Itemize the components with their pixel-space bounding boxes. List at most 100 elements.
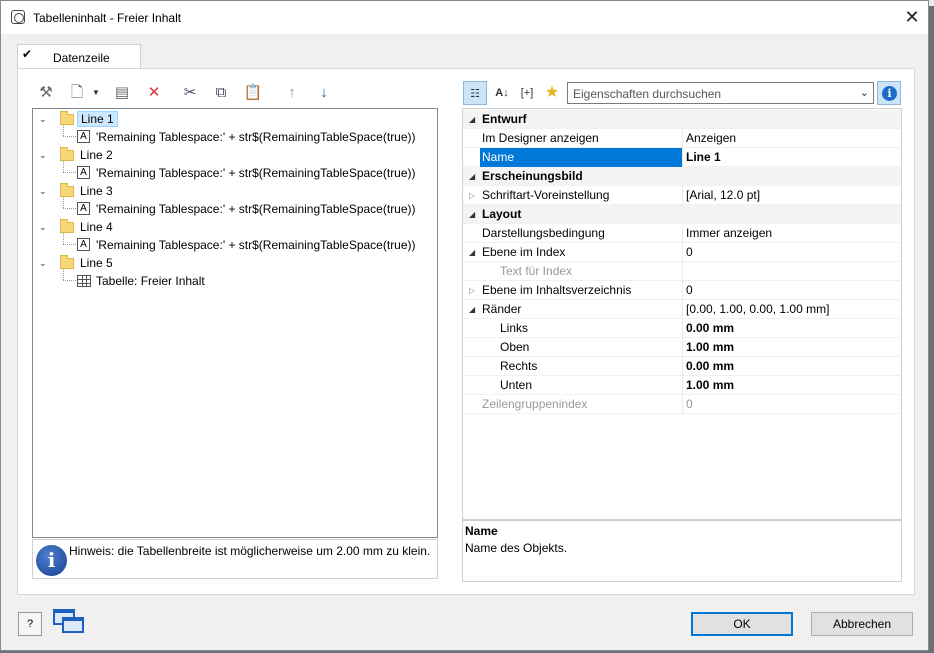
tab-label: Datenzeile: [53, 51, 110, 65]
move-up-icon[interactable]: ↑: [282, 83, 302, 103]
category-entwurf[interactable]: ◢ Entwurf: [463, 110, 901, 129]
chevron-down-icon[interactable]: ⌄: [860, 86, 869, 99]
prop-name: Rechts: [500, 359, 538, 373]
cancel-button[interactable]: Abbrechen: [811, 612, 913, 636]
categorized-view-icon[interactable]: ☷: [463, 81, 487, 105]
prop-oben[interactable]: Oben 1.00 mm: [463, 338, 901, 357]
collapse-icon[interactable]: ⌄: [39, 146, 49, 164]
prop-im-designer[interactable]: Im Designer anzeigen Anzeigen: [463, 129, 901, 148]
prop-name: Ränder: [482, 302, 522, 316]
tree-item-label: Line 4: [80, 220, 113, 234]
info-button[interactable]: i: [877, 81, 901, 105]
expand-triangle-icon[interactable]: ▷: [469, 186, 475, 205]
close-button[interactable]: ✕: [897, 3, 927, 31]
folder-icon: [60, 183, 74, 197]
category-layout[interactable]: ◢ Layout: [463, 205, 901, 224]
collapse-icon[interactable]: ⌄: [39, 182, 49, 200]
prop-value[interactable]: Immer anzeigen: [686, 224, 772, 243]
prop-name: Ebene im Inhaltsverzeichnis: [482, 283, 632, 297]
tree-item-label: Tabelle: Freier Inhalt: [96, 274, 205, 288]
prop-schriftart[interactable]: ▷ Schriftart-Voreinstellung [Arial, 12.0…: [463, 186, 901, 205]
new-item-icon[interactable]: 🗋: [67, 83, 87, 103]
tree-item-line1[interactable]: ⌄ Line 1: [38, 110, 438, 128]
prop-zeilengruppen[interactable]: Zeilengruppenindex 0: [463, 395, 901, 414]
prop-darstellung[interactable]: Darstellungsbedingung Immer anzeigen: [463, 224, 901, 243]
dialog-window: Tabelleninhalt - Freier Inhalt ✕ ✔ Daten…: [0, 0, 929, 651]
prop-ebene-ivz[interactable]: ▷ Ebene im Inhaltsverzeichnis 0: [463, 281, 901, 300]
tree-item-label: 'Remaining Tablespace:' + str$(Remaining…: [96, 238, 416, 252]
property-search-input[interactable]: Eigenschaften durchsuchen ⌄: [567, 82, 874, 104]
text-field-icon: A: [77, 130, 90, 143]
tree-item-line4-child[interactable]: A 'Remaining Tablespace:' + str$(Remaini…: [77, 236, 437, 254]
tree-item-label: Line 5: [80, 256, 113, 270]
paste-icon[interactable]: 📋: [243, 83, 263, 103]
prop-value[interactable]: 0.00 mm: [686, 357, 734, 376]
search-placeholder: Eigenschaften durchsuchen: [573, 87, 722, 101]
prop-value[interactable]: 1.00 mm: [686, 376, 734, 395]
collapse-triangle-icon[interactable]: ◢: [469, 300, 475, 319]
prop-value[interactable]: Line 1: [686, 148, 721, 167]
tree-item-line5-child[interactable]: Tabelle: Freier Inhalt: [77, 272, 437, 290]
prop-raender[interactable]: ◢ Ränder [0.00, 1.00, 0.00, 1.00 mm]: [463, 300, 901, 319]
tree-item-label: Line 3: [80, 184, 113, 198]
prop-value[interactable]: 0: [686, 243, 693, 262]
prop-value[interactable]: [0.00, 1.00, 0.00, 1.00 mm]: [686, 300, 829, 319]
tree-item-label: Line 1: [77, 111, 118, 127]
collapse-triangle-icon[interactable]: ◢: [469, 110, 475, 129]
prop-value[interactable]: 1.00 mm: [686, 338, 734, 357]
prop-value[interactable]: Anzeigen: [686, 129, 736, 148]
text-field-icon: A: [77, 238, 90, 251]
prop-name: Im Designer anzeigen: [482, 131, 599, 145]
tree-item-line3-child[interactable]: A 'Remaining Tablespace:' + str$(Remaini…: [77, 200, 437, 218]
window-layout-icon[interactable]: [53, 607, 87, 635]
prop-value[interactable]: 0.00 mm: [686, 319, 734, 338]
folder-icon: [60, 219, 74, 233]
collapse-triangle-icon[interactable]: ◢: [469, 167, 475, 186]
description-text: Name des Objekts.: [465, 541, 568, 555]
collapse-triangle-icon[interactable]: ◢: [469, 205, 475, 224]
category-erscheinungsbild[interactable]: ◢ Erscheinungsbild: [463, 167, 901, 186]
tree-item-line1-child[interactable]: A 'Remaining Tablespace:' + str$(Remaini…: [77, 128, 437, 146]
tree-item-line3[interactable]: ⌄ Line 3: [38, 182, 438, 200]
collapse-icon[interactable]: ⌄: [39, 254, 49, 272]
category-label: Entwurf: [482, 112, 527, 126]
move-down-icon[interactable]: ↓: [314, 83, 334, 103]
sort-alpha-icon[interactable]: A↓: [490, 81, 514, 105]
wand-icon[interactable]: ⚒: [36, 83, 56, 103]
prop-name-row[interactable]: Name Line 1: [463, 148, 901, 167]
prop-value[interactable]: 0: [686, 281, 693, 300]
tree-item-line4[interactable]: ⌄ Line 4: [38, 218, 438, 236]
prop-name: Schriftart-Voreinstellung: [482, 188, 610, 202]
collapse-icon[interactable]: ⌄: [39, 218, 49, 236]
delete-icon[interactable]: ✕: [144, 83, 164, 103]
hint-box: i Hinweis: die Tabellenbreite ist möglic…: [32, 539, 438, 579]
prop-value[interactable]: [Arial, 12.0 pt]: [686, 186, 760, 205]
tree-item-line5[interactable]: ⌄ Line 5: [38, 254, 438, 272]
collapse-triangle-icon[interactable]: ◢: [469, 243, 475, 262]
cut-icon[interactable]: ✂: [180, 83, 200, 103]
prop-links[interactable]: Links 0.00 mm: [463, 319, 901, 338]
category-label: Erscheinungsbild: [482, 169, 583, 183]
tab-datenzeile[interactable]: ✔ Datenzeile: [17, 44, 141, 69]
help-button[interactable]: ?: [18, 612, 42, 636]
prop-name: Ebene im Index: [482, 245, 566, 259]
help-icon: ?: [26, 618, 34, 630]
prop-unten[interactable]: Unten 1.00 mm: [463, 376, 901, 395]
dropdown-arrow-icon[interactable]: ▼: [86, 83, 106, 103]
collapse-icon[interactable]: ⌄: [39, 110, 49, 128]
prop-text-index[interactable]: Text für Index: [463, 262, 901, 281]
tree-item-line2[interactable]: ⌄ Line 2: [38, 146, 438, 164]
tree-item-line2-child[interactable]: A 'Remaining Tablespace:' + str$(Remaini…: [77, 164, 437, 182]
prop-ebene-index[interactable]: ◢ Ebene im Index 0: [463, 243, 901, 262]
expand-all-icon[interactable]: [+]: [515, 81, 539, 105]
ok-button[interactable]: OK: [691, 612, 793, 636]
prop-rechts[interactable]: Rechts 0.00 mm: [463, 357, 901, 376]
copy-icon[interactable]: ⧉: [211, 83, 231, 103]
object-tree[interactable]: ⌄ Line 1 A 'Remaining Tablespace:' + str…: [32, 108, 438, 538]
text-field-icon: A: [77, 202, 90, 215]
favorites-star-icon[interactable]: ★: [540, 81, 564, 105]
properties-icon[interactable]: ▤: [112, 83, 132, 103]
expand-triangle-icon[interactable]: ▷: [469, 281, 475, 300]
tree-item-label: 'Remaining Tablespace:' + str$(Remaining…: [96, 130, 416, 144]
prop-name: Zeilengruppenindex: [482, 397, 588, 411]
